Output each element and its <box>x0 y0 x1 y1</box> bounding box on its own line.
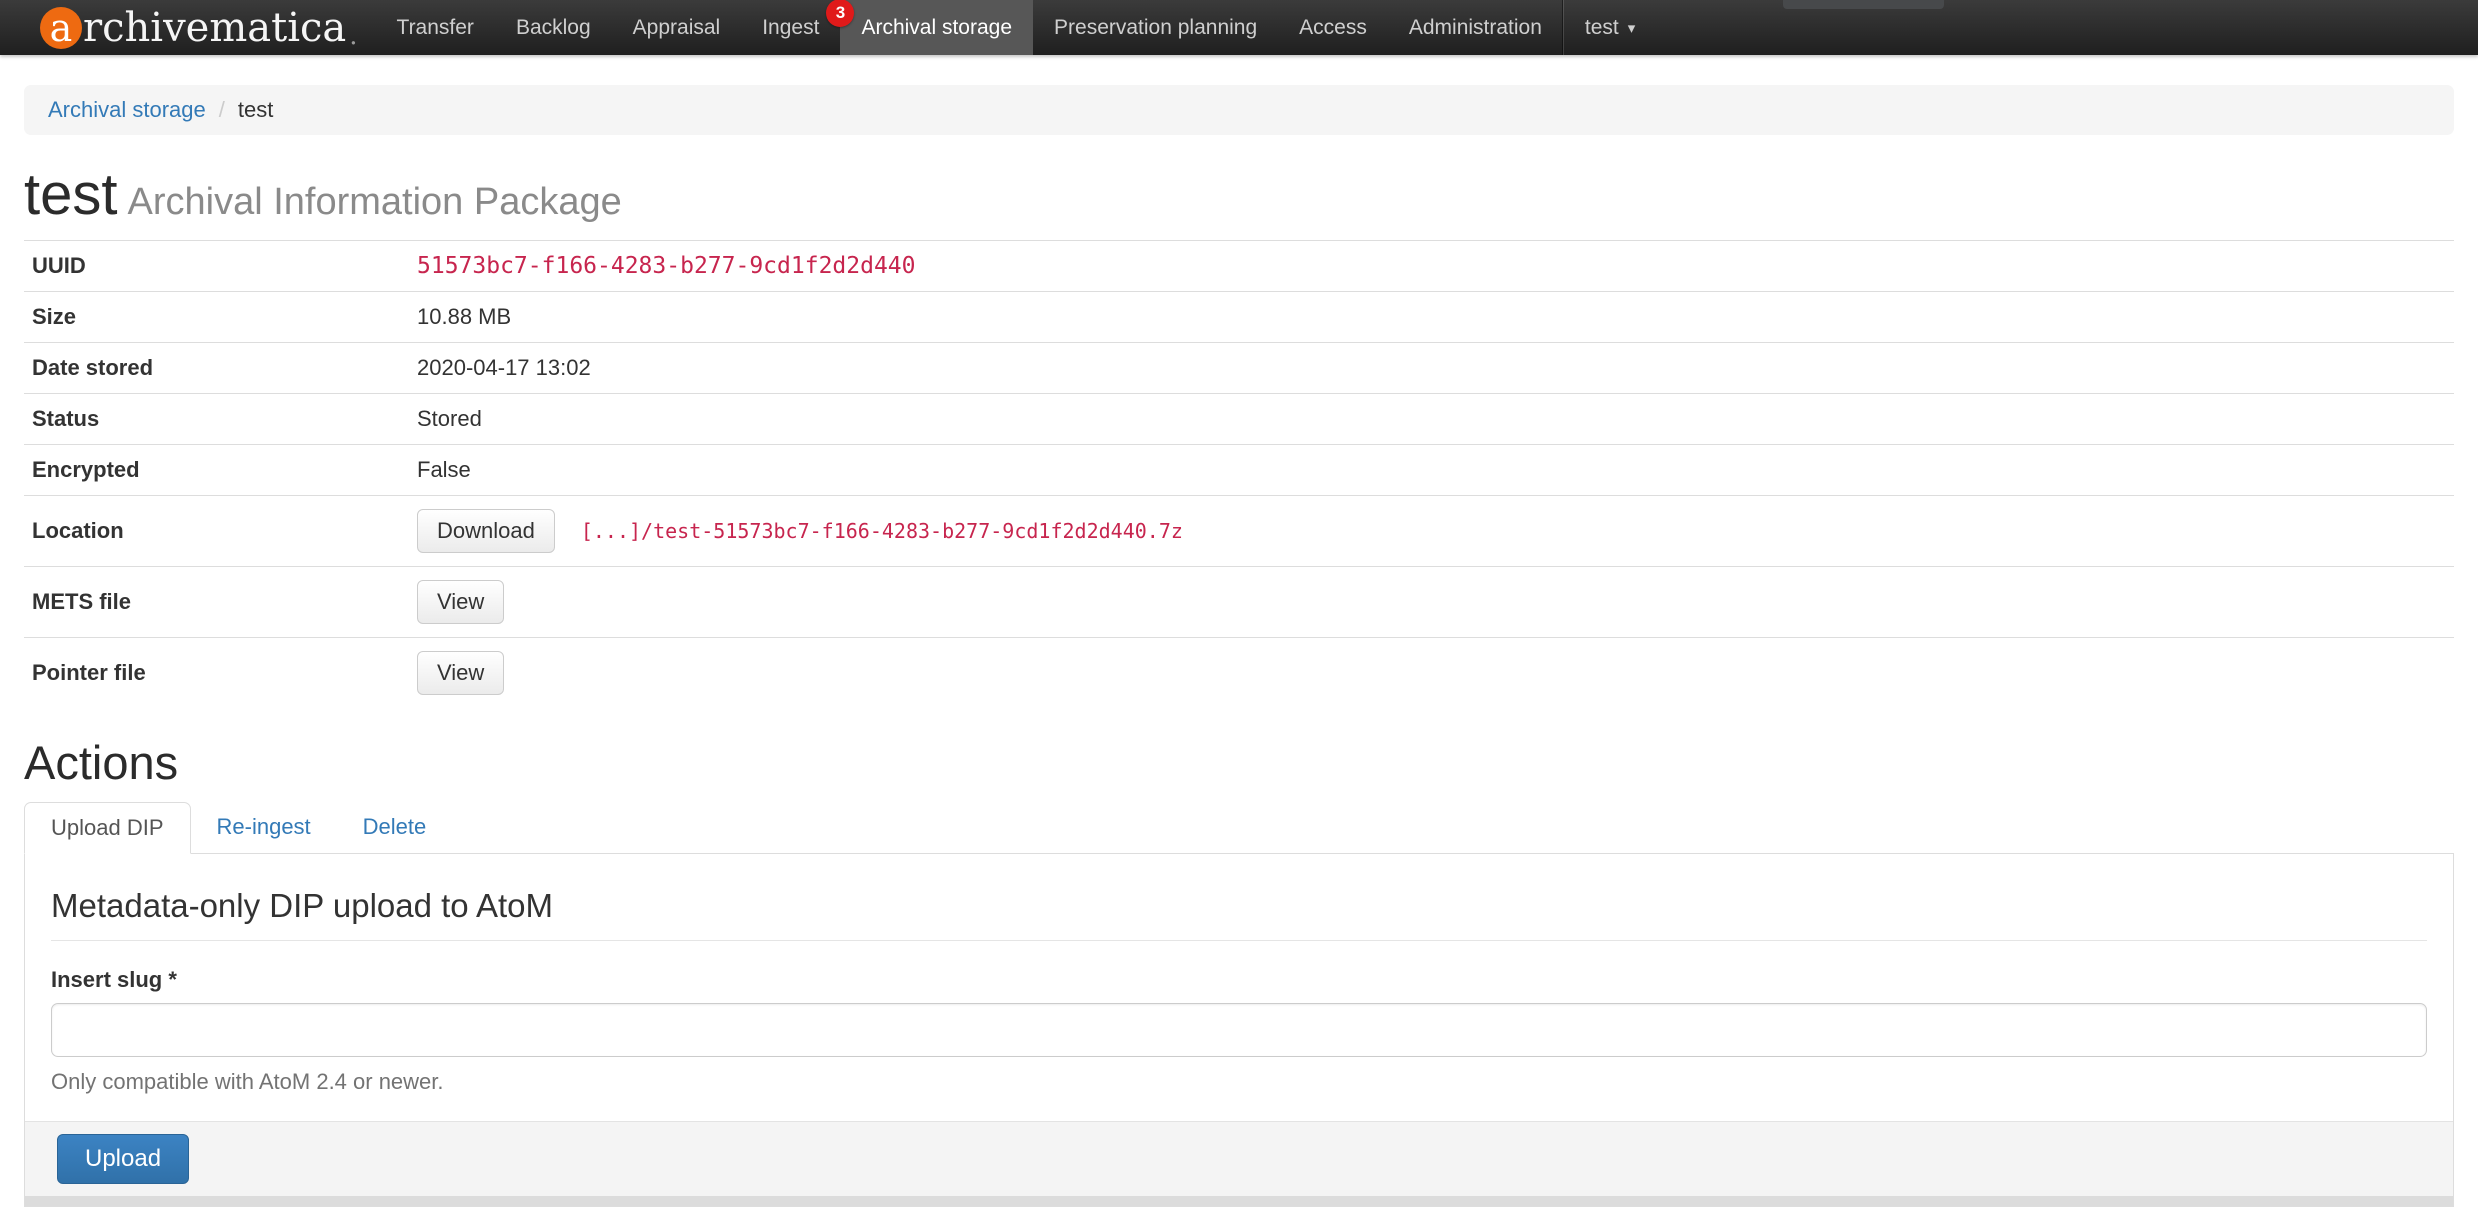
size-value: 10.88 MB <box>409 292 2454 343</box>
brand-text: rchivematica <box>83 5 346 51</box>
detail-row-uuid: UUID 51573bc7-f166-4283-b277-9cd1f2d2d44… <box>24 241 2454 292</box>
brand-logo[interactable]: a rchivematica . <box>0 0 376 55</box>
status-value: Stored <box>409 394 2454 445</box>
detail-row-date-stored: Date stored 2020-04-17 13:02 <box>24 343 2454 394</box>
nav-item-archival-storage: Archival storage <box>840 0 1033 55</box>
nav-link-appraisal[interactable]: Appraisal <box>612 0 742 55</box>
main-nav: Transfer Backlog Appraisal Ingest 3 Arch… <box>376 0 1657 55</box>
page: a rchivematica . Transfer Backlog Apprai… <box>0 0 2478 1207</box>
upload-dip-panel: Metadata-only DIP upload to AtoM Insert … <box>24 854 2454 1207</box>
row-label-date-stored: Date stored <box>24 343 409 394</box>
row-label-status: Status <box>24 394 409 445</box>
user-menu-dropdown[interactable]: test ▾ <box>1563 0 1656 55</box>
nav-link-archival-storage[interactable]: Archival storage <box>840 0 1033 55</box>
nav-link-access[interactable]: Access <box>1278 0 1388 55</box>
brand-a-icon: a <box>40 7 82 49</box>
top-navbar: a rchivematica . Transfer Backlog Apprai… <box>0 0 2478 55</box>
aip-name: test <box>24 162 118 227</box>
tab-re-ingest-link[interactable]: Re-ingest <box>191 802 337 852</box>
heading-divider <box>51 940 2427 941</box>
nav-link-backlog[interactable]: Backlog <box>495 0 612 55</box>
nav-item-appraisal: Appraisal <box>612 0 742 55</box>
nav-item-user-menu: test ▾ <box>1563 0 1656 55</box>
location-path: [...]/test-51573bc7-f166-4283-b277-9cd1f… <box>581 519 1183 543</box>
form-footer: Upload <box>25 1121 2453 1206</box>
pointer-view-button[interactable]: View <box>417 651 504 695</box>
detail-row-encrypted: Encrypted False <box>24 445 2454 496</box>
nav-item-ingest: Ingest 3 <box>741 0 840 55</box>
breadcrumb-current: test <box>238 97 273 123</box>
nav-link-preservation-planning[interactable]: Preservation planning <box>1033 0 1278 55</box>
row-label-mets-file: METS file <box>24 567 409 638</box>
row-label-encrypted: Encrypted <box>24 445 409 496</box>
breadcrumb: Archival storage / test <box>24 85 2454 135</box>
tab-re-ingest: Re-ingest <box>191 802 337 854</box>
panel-heading: Metadata-only DIP upload to AtoM <box>51 888 2427 924</box>
actions-tabs: Upload DIP Re-ingest Delete <box>24 802 2454 854</box>
detail-row-mets-file: METS file View <box>24 567 2454 638</box>
upload-dip-form: Metadata-only DIP upload to AtoM Insert … <box>25 854 2453 1121</box>
slug-label: Insert slug * <box>51 967 2427 993</box>
encrypted-value: False <box>409 445 2454 496</box>
user-menu-label: test <box>1585 16 1619 40</box>
nav-link-administration[interactable]: Administration <box>1388 0 1563 55</box>
row-label-uuid: UUID <box>24 241 409 292</box>
uuid-value: 51573bc7-f166-4283-b277-9cd1f2d2d440 <box>417 253 916 279</box>
date-stored-value: 2020-04-17 13:02 <box>409 343 2454 394</box>
detail-row-size: Size 10.88 MB <box>24 292 2454 343</box>
download-button[interactable]: Download <box>417 509 555 553</box>
tab-delete: Delete <box>337 802 453 854</box>
content-container: Archival storage / test testArchival Inf… <box>0 85 2478 1207</box>
nav-item-transfer: Transfer <box>376 0 495 55</box>
nav-item-administration: Administration <box>1388 0 1563 55</box>
page-title: testArchival Information Package <box>24 165 2454 232</box>
row-label-pointer-file: Pointer file <box>24 638 409 709</box>
upload-button[interactable]: Upload <box>57 1134 189 1184</box>
breadcrumb-archival-storage-link[interactable]: Archival storage <box>48 97 206 122</box>
row-label-location: Location <box>24 496 409 567</box>
caret-down-icon: ▾ <box>1628 19 1636 37</box>
nav-item-preservation-planning: Preservation planning <box>1033 0 1278 55</box>
slug-help: Only compatible with AtoM 2.4 or newer. <box>51 1069 2427 1095</box>
breadcrumb-item-archival-storage: Archival storage <box>48 97 206 123</box>
actions-title: Actions <box>24 738 2454 788</box>
tab-upload-dip-link[interactable]: Upload DIP <box>24 802 191 854</box>
detail-row-location: Location Download [...]/test-51573bc7-f16… <box>24 496 2454 567</box>
row-label-size: Size <box>24 292 409 343</box>
nav-link-transfer[interactable]: Transfer <box>376 0 495 55</box>
aip-details-table: UUID 51573bc7-f166-4283-b277-9cd1f2d2d44… <box>24 240 2454 708</box>
aip-type-label: Archival Information Package <box>128 181 622 223</box>
mets-view-button[interactable]: View <box>417 580 504 624</box>
nav-item-backlog: Backlog <box>495 0 612 55</box>
breadcrumb-separator: / <box>219 97 225 123</box>
brand-trademark-dot: . <box>349 23 357 49</box>
detail-row-status: Status Stored <box>24 394 2454 445</box>
slug-input[interactable] <box>51 1003 2427 1057</box>
tab-upload-dip: Upload DIP <box>24 802 191 854</box>
search-box-partial[interactable] <box>1783 0 1944 9</box>
detail-row-pointer-file: Pointer file View <box>24 638 2454 709</box>
tab-delete-link[interactable]: Delete <box>337 802 453 852</box>
nav-item-access: Access <box>1278 0 1388 55</box>
